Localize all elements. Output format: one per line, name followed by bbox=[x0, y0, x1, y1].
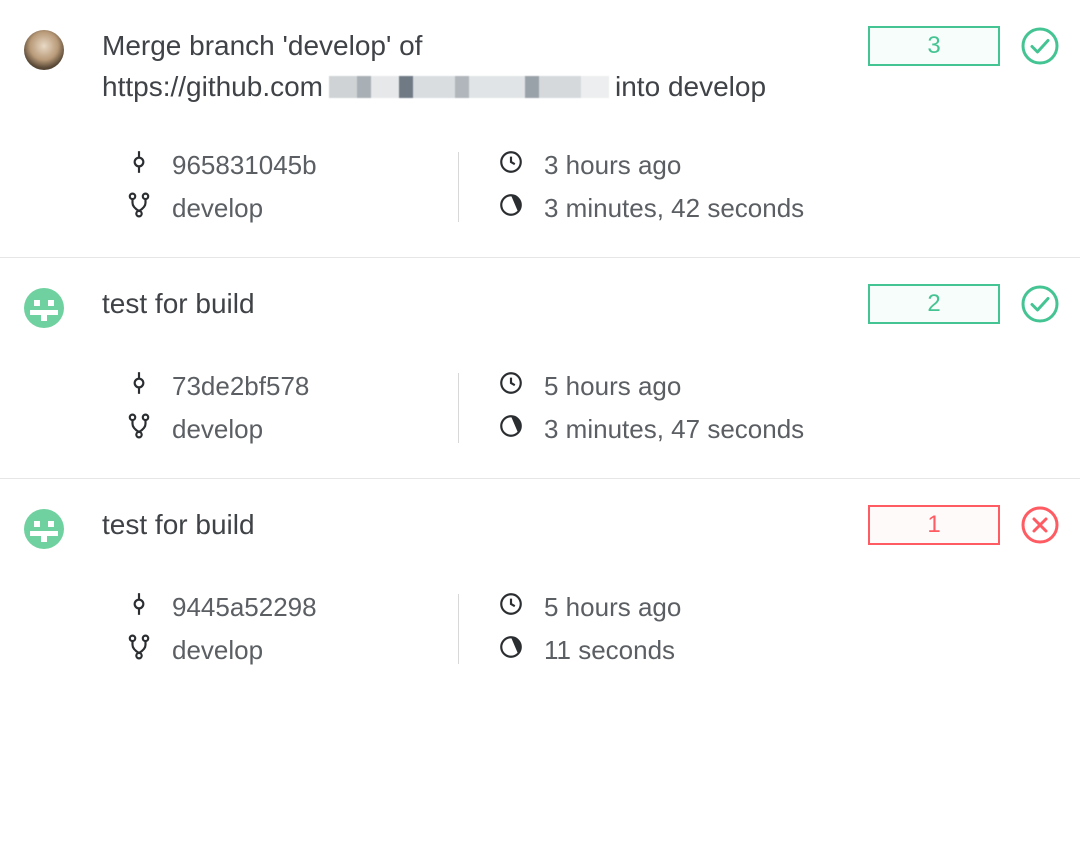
branch-icon bbox=[126, 192, 152, 225]
build-time-value: 5 hours ago bbox=[544, 592, 681, 623]
build-duration-value: 3 minutes, 42 seconds bbox=[544, 193, 804, 224]
build-duration: 3 minutes, 47 seconds bbox=[470, 413, 1060, 446]
commit-sha-value: 9445a52298 bbox=[172, 592, 317, 623]
clock-icon bbox=[498, 591, 524, 624]
commit-message[interactable]: test for build bbox=[102, 505, 850, 546]
build-time-value: 5 hours ago bbox=[544, 371, 681, 402]
clock-icon bbox=[498, 149, 524, 182]
author-avatar[interactable] bbox=[24, 30, 64, 70]
build-time-value: 3 hours ago bbox=[544, 150, 681, 181]
duration-icon bbox=[498, 413, 524, 446]
commit-icon bbox=[126, 591, 152, 624]
clock-icon bbox=[498, 370, 524, 403]
author-avatar[interactable] bbox=[24, 509, 64, 549]
redacted-text bbox=[329, 76, 609, 98]
meta-divider bbox=[458, 373, 459, 443]
status-failed-icon bbox=[1020, 505, 1060, 545]
build-meta: 965831045b develop 3 hours ago 3 minutes, 4… bbox=[126, 149, 1060, 225]
build-meta: 73de2bf578 develop 5 hours ago 3 minutes, 4… bbox=[126, 370, 1060, 446]
commit-message[interactable]: test for build bbox=[102, 284, 850, 325]
author-avatar[interactable] bbox=[24, 288, 64, 328]
build-duration: 3 minutes, 42 seconds bbox=[470, 192, 1060, 225]
commit-sha: 9445a52298 bbox=[126, 591, 446, 624]
status-success-icon bbox=[1020, 284, 1060, 324]
build-item[interactable]: Merge branch 'develop' of https://github… bbox=[0, 0, 1080, 258]
build-header: test for build 2 bbox=[24, 284, 1060, 328]
branch-name: develop bbox=[126, 634, 446, 667]
build-header: Merge branch 'develop' of https://github… bbox=[24, 26, 1060, 107]
build-duration: 11 seconds bbox=[470, 634, 1060, 667]
commit-message-text: test for build bbox=[102, 509, 255, 540]
duration-icon bbox=[498, 192, 524, 225]
commit-icon bbox=[126, 370, 152, 403]
build-meta: 9445a52298 develop 5 hours ago 11 seconds bbox=[126, 591, 1060, 667]
duration-icon bbox=[498, 634, 524, 667]
build-duration-value: 3 minutes, 47 seconds bbox=[544, 414, 804, 445]
build-number-badge[interactable]: 3 bbox=[868, 26, 1000, 66]
branch-name: develop bbox=[126, 413, 446, 446]
branch-name: develop bbox=[126, 192, 446, 225]
branch-icon bbox=[126, 634, 152, 667]
commit-sha: 965831045b bbox=[126, 149, 446, 182]
build-time: 5 hours ago bbox=[470, 591, 1060, 624]
build-item[interactable]: test for build 1 9445a52298 develop 5 hours … bbox=[0, 479, 1080, 699]
build-list: Merge branch 'develop' of https://github… bbox=[0, 0, 1080, 699]
meta-divider bbox=[458, 594, 459, 664]
build-item[interactable]: test for build 2 73de2bf578 develop 5 hours … bbox=[0, 258, 1080, 479]
branch-name-value: develop bbox=[172, 193, 263, 224]
commit-message[interactable]: Merge branch 'develop' of https://github… bbox=[102, 26, 850, 107]
build-number-badge[interactable]: 1 bbox=[868, 505, 1000, 545]
meta-divider bbox=[458, 152, 459, 222]
commit-sha: 73de2bf578 bbox=[126, 370, 446, 403]
build-time: 3 hours ago bbox=[470, 149, 1060, 182]
branch-name-value: develop bbox=[172, 635, 263, 666]
commit-message-text: test for build bbox=[102, 288, 255, 319]
branch-icon bbox=[126, 413, 152, 446]
status-success-icon bbox=[1020, 26, 1060, 66]
commit-message-text: into develop bbox=[615, 71, 766, 102]
branch-name-value: develop bbox=[172, 414, 263, 445]
commit-sha-value: 965831045b bbox=[172, 150, 317, 181]
build-number-badge[interactable]: 2 bbox=[868, 284, 1000, 324]
commit-icon bbox=[126, 149, 152, 182]
build-header: test for build 1 bbox=[24, 505, 1060, 549]
build-duration-value: 11 seconds bbox=[544, 635, 675, 666]
commit-sha-value: 73de2bf578 bbox=[172, 371, 309, 402]
build-time: 5 hours ago bbox=[470, 370, 1060, 403]
